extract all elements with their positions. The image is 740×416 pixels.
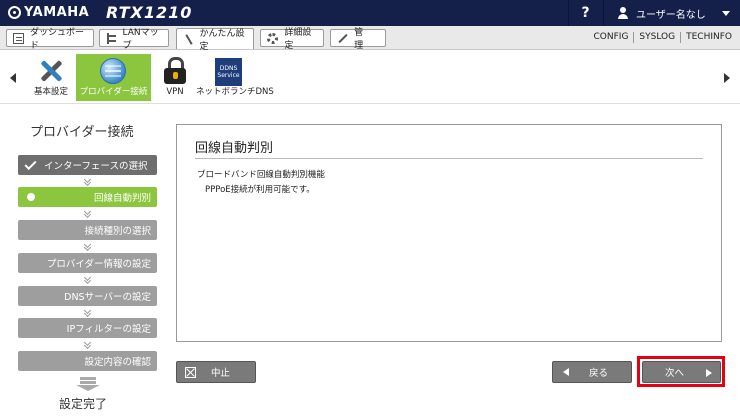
arrow-left-icon — [563, 368, 569, 376]
cancel-button[interactable]: 中止 — [176, 361, 256, 383]
chevron-down-icon — [84, 178, 92, 185]
cancel-button-label: 中止 — [211, 368, 231, 379]
top-bar: YAMAHA RTX1210 ? ユーザー名なし — [0, 0, 740, 26]
nav-links: CONFIG SYSLOG TECHINFO — [594, 32, 732, 43]
chevron-down-icon — [84, 309, 92, 316]
quick-item-basic-settings[interactable]: 基本設定 — [26, 54, 76, 101]
scroll-left-icon[interactable] — [10, 73, 16, 83]
dashboard-icon — [13, 32, 25, 44]
divider — [680, 32, 682, 43]
chevron-down-icon — [84, 243, 92, 250]
wizard-step-label: 回線自動判別 — [93, 193, 151, 204]
yamaha-logo-icon — [8, 6, 21, 19]
wizard-step-ip-filter: IPフィルターの設定 — [18, 318, 157, 338]
tab-easy-setup[interactable]: かんたん設定 — [176, 28, 254, 52]
divider — [195, 158, 703, 159]
tab-dashboard[interactable]: ダッシュボード — [6, 28, 94, 51]
quick-item-provider-connection[interactable]: プロバイダー接続 — [76, 54, 151, 101]
panel-title: 回線自動判別 — [195, 141, 274, 156]
lan-map-icon — [106, 32, 117, 44]
quick-item-label: VPN — [166, 87, 184, 97]
detection-result: PPPoE接続が利用可能です。 — [205, 185, 315, 195]
back-button[interactable]: 戻る — [552, 361, 632, 383]
ddns-icon: DDNS Service — [215, 58, 242, 86]
chevron-down-icon — [722, 11, 730, 16]
wizard-icon — [183, 34, 194, 45]
tab-lan-map[interactable]: LANマップ — [99, 28, 169, 51]
wizard-complete-label: 設定完了 — [59, 397, 108, 411]
arrow-down-icon — [76, 377, 100, 391]
tab-lan-map-label: LANマップ — [122, 28, 159, 51]
wizard-step-label: DNSサーバーの設定 — [64, 292, 151, 303]
tab-management[interactable]: 管 理 — [330, 28, 386, 51]
help-button[interactable]: ? — [568, 0, 602, 26]
scroll-right-icon[interactable] — [724, 73, 730, 83]
gear-icon — [267, 32, 279, 44]
brand-name: YAMAHA — [24, 5, 90, 20]
wizard-title: プロバイダー接続 — [30, 125, 134, 140]
content-panel: 回線自動判別 ブロードバンド回線自動判別機能 PPPoE接続が利用可能です。 — [176, 124, 722, 342]
wizard-step-label: 接続種別の選択 — [84, 226, 151, 237]
wizard-step-dns-server: DNSサーバーの設定 — [18, 286, 157, 306]
back-button-label: 戻る — [589, 368, 609, 379]
user-icon — [618, 7, 628, 19]
main-nav: ダッシュボード LANマップ かんたん設定 詳細設定 管 理 CONFIG SY… — [0, 26, 740, 52]
arrow-right-icon — [706, 369, 712, 377]
user-menu[interactable]: ユーザー名なし — [603, 0, 740, 26]
quick-item-label: プロバイダー接続 — [79, 87, 148, 97]
lock-icon — [162, 57, 188, 85]
wizard-step-connection-type: 接続種別の選択 — [18, 220, 157, 240]
quick-item-netvolante-dns[interactable]: DDNS Service ネットボランチDNS — [196, 54, 274, 101]
model-name: RTX1210 — [106, 3, 193, 22]
tab-easy-setup-label: かんたん設定 — [199, 29, 245, 52]
config-link[interactable]: CONFIG — [594, 32, 629, 43]
next-button[interactable]: 次へ — [642, 361, 721, 383]
wizard-step-interface: インターフェースの選択 — [18, 155, 157, 175]
tools-icon — [337, 33, 348, 44]
user-name: ユーザー名なし — [636, 9, 706, 21]
ddns-icon-text: DDNS Service — [217, 65, 240, 79]
check-icon — [24, 157, 37, 170]
techinfo-link[interactable]: TECHINFO — [686, 32, 732, 43]
wizard-step-confirm: 設定内容の確認 — [18, 351, 157, 371]
yamaha-logo: YAMAHA — [8, 5, 89, 20]
close-icon — [185, 366, 196, 378]
quick-item-label: 基本設定 — [33, 87, 68, 97]
wizard-step-label: インターフェースの選択 — [44, 161, 148, 172]
wizard-step-provider-info: プロバイダー情報の設定 — [18, 253, 157, 273]
tab-management-label: 管 理 — [354, 28, 373, 51]
tab-advanced-label: 詳細設定 — [284, 28, 312, 51]
divider — [633, 32, 635, 43]
chevron-down-icon — [84, 210, 92, 217]
chevron-down-icon — [84, 341, 92, 348]
wizard-step-label: 設定内容の確認 — [84, 357, 151, 368]
tab-dashboard-label: ダッシュボード — [30, 28, 85, 51]
chevron-down-icon — [84, 276, 92, 283]
wizard-step-label: プロバイダー情報の設定 — [46, 259, 151, 270]
quick-setup-bar: 基本設定 プロバイダー接続 VPN DDNS Service ネットボランチDN… — [0, 51, 740, 104]
quick-item-label: ネットボランチDNS — [196, 87, 274, 97]
quick-item-vpn[interactable]: VPN — [158, 54, 192, 101]
wizard-step-line-detect: 回線自動判別 — [18, 187, 157, 207]
tools-icon — [38, 58, 64, 84]
current-step-dot-icon — [27, 193, 35, 201]
globe-icon — [100, 58, 126, 84]
syslog-link[interactable]: SYSLOG — [639, 32, 675, 43]
tab-advanced-settings[interactable]: 詳細設定 — [260, 28, 324, 51]
keyhole-icon — [173, 72, 178, 79]
feature-label: ブロードバンド回線自動判別機能 — [197, 170, 325, 180]
next-button-label: 次へ — [665, 368, 685, 379]
wizard-step-label: IPフィルターの設定 — [66, 324, 151, 335]
